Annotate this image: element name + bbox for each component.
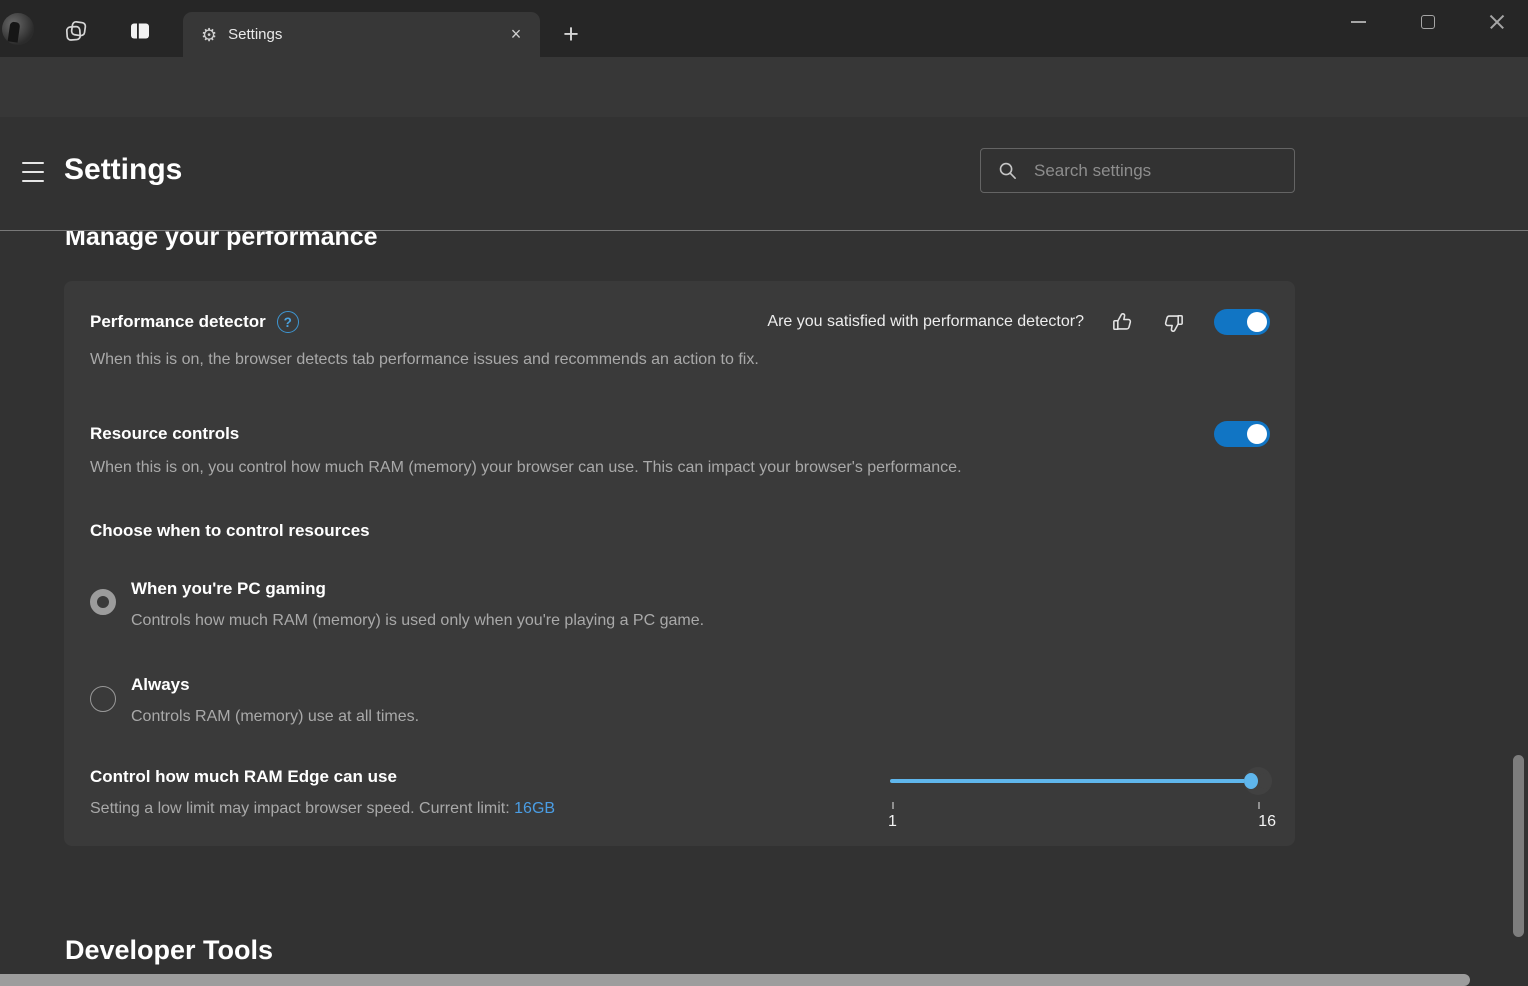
- ram-limit-description: Setting a low limit may impact browser s…: [90, 800, 555, 818]
- window-close-button[interactable]: [1462, 0, 1528, 44]
- search-icon: [997, 160, 1018, 181]
- new-tab-button[interactable]: +: [552, 15, 590, 53]
- window-minimize-button[interactable]: [1323, 0, 1393, 44]
- resource-controls-description: When this is on, you control how much RA…: [90, 459, 1270, 477]
- settings-header: Settings: [0, 117, 1528, 231]
- tab-panel-icon: [128, 19, 152, 43]
- option-label: When you're PC gaming: [131, 577, 704, 601]
- feedback-question: Are you satisfied with performance detec…: [767, 313, 1084, 331]
- window-maximize-button[interactable]: [1393, 0, 1463, 44]
- option-description: Controls RAM (memory) use at all times.: [131, 708, 419, 726]
- edge-browser-window: ⚙ Settings × +: [0, 0, 1528, 986]
- slider-tick-min: [892, 802, 894, 809]
- settings-search-box[interactable]: [980, 148, 1295, 193]
- settings-menu-button[interactable]: [22, 162, 46, 182]
- settings-page: Settings Manage your performance Perform…: [0, 117, 1528, 986]
- resource-controls-row: Resource controls: [90, 419, 1270, 449]
- performance-detector-title: Performance detector: [90, 312, 266, 332]
- ram-limit-description-text: Setting a low limit may impact browser s…: [90, 800, 514, 817]
- horizontal-scrollbar-thumb[interactable]: [0, 974, 1470, 986]
- option-always[interactable]: Always Controls RAM (memory) use at all …: [90, 673, 419, 726]
- slider-track[interactable]: [890, 779, 1268, 783]
- vertical-scrollbar-thumb[interactable]: [1513, 755, 1524, 937]
- titlebar: ⚙ Settings × +: [0, 0, 1528, 57]
- current-limit-value: 16GB: [514, 800, 555, 817]
- tab-settings[interactable]: ⚙ Settings ×: [183, 12, 540, 57]
- section-title-developer-tools: Developer Tools: [65, 935, 1528, 966]
- slider-thumb-dot: [1244, 773, 1258, 789]
- profile-avatar[interactable]: [2, 13, 34, 45]
- page-title: Settings: [64, 153, 182, 187]
- tab-close-button[interactable]: ×: [502, 21, 530, 49]
- tab-title: Settings: [228, 26, 282, 43]
- ram-slider: 1 16: [890, 771, 1268, 841]
- option-label: Always: [131, 673, 419, 697]
- performance-settings-card: Performance detector ? Are you satisfied…: [64, 281, 1295, 846]
- ram-limit-section: Control how much RAM Edge can use Settin…: [90, 767, 555, 818]
- workspaces-button[interactable]: [59, 14, 93, 48]
- thumbs-down-button[interactable]: [1161, 310, 1186, 335]
- toggle-knob: [1247, 424, 1267, 444]
- slider-thumb[interactable]: [1244, 767, 1272, 795]
- option-pc-gaming[interactable]: When you're PC gaming Controls how much …: [90, 577, 704, 630]
- performance-detector-toggle[interactable]: [1214, 309, 1270, 335]
- help-icon[interactable]: ?: [277, 311, 299, 333]
- option-description: Controls how much RAM (memory) is used o…: [131, 612, 704, 630]
- settings-scroll-area: Manage your performance Performance dete…: [0, 231, 1528, 986]
- slider-tick-max: [1258, 802, 1260, 809]
- resource-controls-title: Resource controls: [90, 424, 239, 444]
- settings-gear-icon: ⚙: [201, 26, 217, 44]
- section-title-performance: Manage your performance: [65, 231, 1528, 253]
- slider-min-label: 1: [888, 813, 897, 831]
- close-icon: [1488, 13, 1506, 31]
- choose-resources-heading: Choose when to control resources: [90, 521, 1270, 541]
- toolbar: Edge edge://settings> ☆: [0, 57, 1528, 117]
- ram-limit-title: Control how much RAM Edge can use: [90, 767, 555, 787]
- performance-detector-row: Performance detector ? Are you satisfied…: [90, 305, 1270, 339]
- thumbs-up-button[interactable]: [1110, 310, 1135, 335]
- maximize-icon: [1421, 15, 1435, 29]
- tab-panel-button[interactable]: [123, 14, 157, 48]
- radio-unselected-icon[interactable]: [90, 686, 116, 712]
- resource-controls-toggle[interactable]: [1214, 421, 1270, 447]
- performance-detector-description: When this is on, the browser detects tab…: [90, 351, 1270, 369]
- workspaces-icon: [64, 19, 88, 43]
- search-input[interactable]: [1032, 160, 1294, 182]
- minimize-icon: [1351, 21, 1366, 23]
- toggle-knob: [1247, 312, 1267, 332]
- slider-max-label: 16: [1258, 813, 1276, 831]
- radio-selected-icon[interactable]: [90, 589, 116, 615]
